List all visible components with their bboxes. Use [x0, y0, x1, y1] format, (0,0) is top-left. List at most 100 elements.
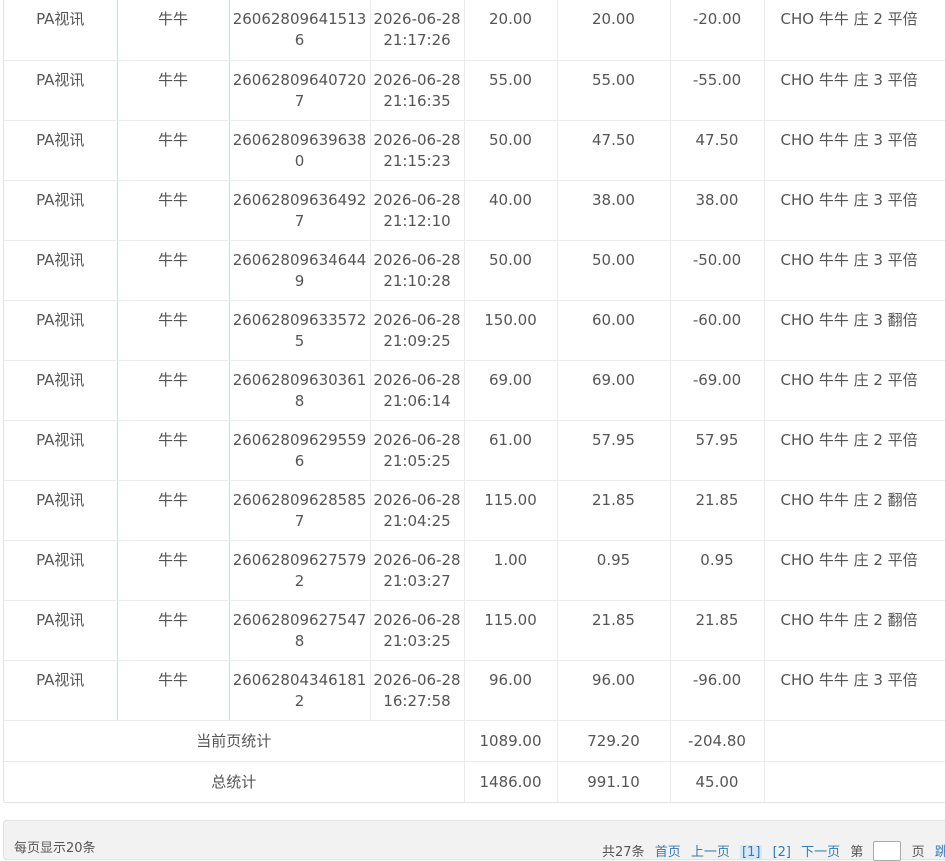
win-loss-cell: -20.00	[670, 0, 765, 61]
table-row: PA视讯 牛牛 260628096364927 2026-06-28 21:12:10…	[4, 180, 945, 241]
bet-time-cell: 2026-06-28 21:12:10	[370, 180, 465, 241]
game-cell: 牛牛	[117, 0, 230, 61]
page-2-link[interactable]: [2]	[773, 845, 791, 860]
order-no-cell: 260628096275478	[229, 600, 371, 661]
goto-page-input[interactable]	[873, 841, 902, 861]
bet-time-cell: 2026-06-28 21:05:25	[370, 420, 465, 481]
valid-bet-cell: 0.95	[557, 540, 671, 601]
valid-bet-cell: 69.00	[557, 360, 671, 421]
bet-detail-cell: CHO 牛牛 庄 2 平倍	[764, 0, 945, 61]
bet-amount-cell: 20.00	[464, 0, 558, 61]
table-row: PA视讯 牛牛 260628043461812 2026-06-28 16:27:58…	[4, 660, 945, 721]
bet-detail-cell: CHO 牛牛 庄 3 平倍	[764, 180, 945, 241]
prev-page-link[interactable]: 上一页	[691, 845, 730, 860]
order-no-cell: 260628096407207	[229, 60, 371, 121]
first-page-link[interactable]: 首页	[655, 845, 681, 860]
pager: 共27条 首页 上一页 [1] [2] 下一页 第 页 跳转	[602, 841, 945, 861]
platform-cell: PA视讯	[4, 360, 118, 421]
current-page-summary-label: 当前页统计	[4, 720, 465, 762]
bet-amount-cell: 69.00	[464, 360, 558, 421]
win-loss-cell: -69.00	[670, 360, 765, 421]
platform-cell: PA视讯	[4, 120, 118, 181]
game-cell: 牛牛	[117, 300, 230, 361]
game-cell: 牛牛	[117, 480, 230, 541]
win-loss-cell: 0.95	[670, 540, 765, 601]
bet-amount-cell: 1.00	[464, 540, 558, 601]
platform-cell: PA视讯	[4, 240, 118, 301]
game-cell: 牛牛	[117, 600, 230, 661]
bet-amount-cell: 115.00	[464, 480, 558, 541]
order-no-cell: 260628096335725	[229, 300, 371, 361]
bet-time-cell: 2026-06-28 21:03:27	[370, 540, 465, 601]
grand-total-valid: 991.10	[557, 761, 671, 802]
next-page-link[interactable]: 下一页	[801, 845, 840, 860]
bet-amount-cell: 61.00	[464, 420, 558, 481]
bet-detail-cell: CHO 牛牛 庄 2 翻倍	[764, 600, 945, 661]
current-page-summary-row: 当前页统计 1089.00 729.20 -204.80	[4, 720, 945, 762]
win-loss-cell: 21.85	[670, 480, 765, 541]
order-no-cell: 260628096346449	[229, 240, 371, 301]
current-page-summary-empty	[764, 720, 945, 762]
grand-total-label: 总统计	[4, 761, 465, 802]
bet-detail-cell: CHO 牛牛 庄 2 平倍	[764, 420, 945, 481]
platform-cell: PA视讯	[4, 60, 118, 121]
valid-bet-cell: 57.95	[557, 420, 671, 481]
bet-detail-cell: CHO 牛牛 庄 2 平倍	[764, 540, 945, 601]
win-loss-cell: 57.95	[670, 420, 765, 481]
bet-time-cell: 2026-06-28 21:06:14	[370, 360, 465, 421]
bet-detail-cell: CHO 牛牛 庄 3 平倍	[764, 660, 945, 721]
bet-time-cell: 2026-06-28 21:03:25	[370, 600, 465, 661]
game-cell: 牛牛	[117, 120, 230, 181]
grand-total-bet: 1486.00	[464, 761, 558, 802]
grand-total-row: 总统计 1486.00 991.10 45.00	[4, 761, 945, 802]
bet-time-cell: 2026-06-28 21:17:26	[370, 0, 465, 61]
bet-detail-cell: CHO 牛牛 庄 3 平倍	[764, 240, 945, 301]
bet-time-cell: 2026-06-28 21:15:23	[370, 120, 465, 181]
bet-amount-cell: 96.00	[464, 660, 558, 721]
win-loss-cell: -96.00	[670, 660, 765, 721]
platform-cell: PA视讯	[4, 180, 118, 241]
current-page-bet-total: 1089.00	[464, 720, 558, 762]
win-loss-cell: -50.00	[670, 240, 765, 301]
table-row: PA视讯 牛牛 260628096275792 2026-06-28 21:03:27…	[4, 540, 945, 601]
valid-bet-cell: 47.50	[557, 120, 671, 181]
platform-cell: PA视讯	[4, 0, 118, 61]
table-row: PA视讯 牛牛 260628096346449 2026-06-28 21:10:28…	[4, 240, 945, 301]
bet-amount-cell: 115.00	[464, 600, 558, 661]
bet-amount-cell: 50.00	[464, 120, 558, 181]
platform-cell: PA视讯	[4, 660, 118, 721]
current-page-valid-total: 729.20	[557, 720, 671, 762]
bet-detail-cell: CHO 牛牛 庄 2 翻倍	[764, 480, 945, 541]
win-loss-cell: 38.00	[670, 180, 765, 241]
order-no-cell: 260628096364927	[229, 180, 371, 241]
win-loss-cell: -60.00	[670, 300, 765, 361]
order-no-cell: 260628096415136	[229, 0, 371, 61]
win-loss-cell: -55.00	[670, 60, 765, 121]
bet-detail-cell: CHO 牛牛 庄 3 平倍	[764, 120, 945, 181]
table-row: PA视讯 牛牛 260628096275478 2026-06-28 21:03:25…	[4, 600, 945, 661]
game-cell: 牛牛	[117, 420, 230, 481]
order-no-cell: 260628096396380	[229, 120, 371, 181]
table-row: PA视讯 牛牛 260628096285857 2026-06-28 21:04:25…	[4, 480, 945, 541]
bet-records-table: PA视讯 牛牛 260628096415136 2026-06-28 21:17:26…	[4, 0, 945, 802]
valid-bet-cell: 21.85	[557, 480, 671, 541]
jump-button[interactable]: 跳转	[935, 845, 945, 860]
valid-bet-cell: 60.00	[557, 300, 671, 361]
game-cell: 牛牛	[117, 180, 230, 241]
goto-prefix: 第	[850, 845, 864, 860]
table-body: PA视讯 牛牛 260628096415136 2026-06-28 21:17:26…	[4, 0, 945, 721]
order-no-cell: 260628096303618	[229, 360, 371, 421]
game-cell: 牛牛	[117, 60, 230, 121]
per-page-label: 每页显示20条	[14, 841, 96, 856]
table-row: PA视讯 牛牛 260628096415136 2026-06-28 21:17:26…	[4, 0, 945, 61]
platform-cell: PA视讯	[4, 300, 118, 361]
win-loss-cell: 21.85	[670, 600, 765, 661]
current-page-winloss-total: -204.80	[670, 720, 765, 762]
valid-bet-cell: 21.85	[557, 600, 671, 661]
page-1-current: [1]	[740, 845, 763, 860]
valid-bet-cell: 20.00	[557, 0, 671, 61]
table-row: PA视讯 牛牛 260628096396380 2026-06-28 21:15:23…	[4, 120, 945, 181]
game-cell: 牛牛	[117, 660, 230, 721]
valid-bet-cell: 38.00	[557, 180, 671, 241]
bet-amount-cell: 55.00	[464, 60, 558, 121]
